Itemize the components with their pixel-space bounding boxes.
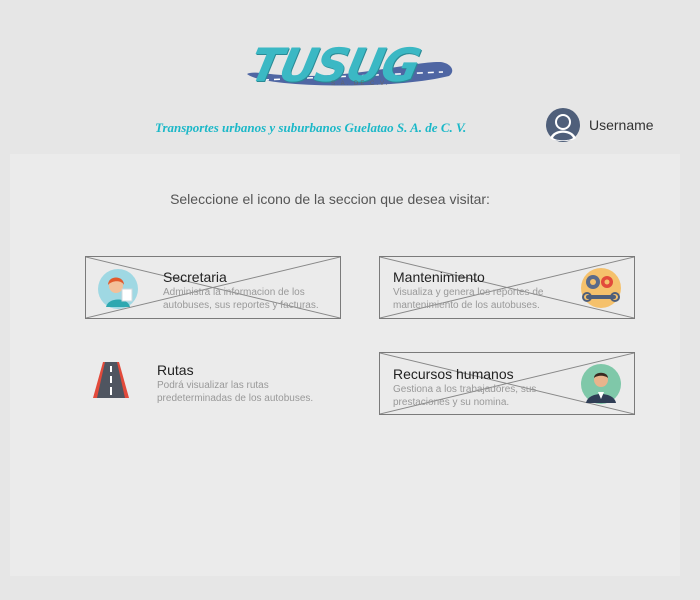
- company-logo: TUSUG S.A. DE C.V.: [243, 38, 455, 92]
- section-description: Podrá visualizar las rutas predeterminad…: [157, 380, 314, 404]
- section-prompt: Seleccione el icono de la seccion que de…: [170, 191, 490, 207]
- road-icon: [91, 360, 131, 405]
- section-card-secretaria[interactable]: Secretaria Administra la informacion de …: [85, 256, 341, 319]
- section-card-mantenimiento[interactable]: Mantenimiento Visualiza y genera los rep…: [379, 256, 635, 319]
- section-description: Administra la informacion de los autobus…: [163, 287, 319, 311]
- gears-icon: [580, 267, 622, 314]
- section-card-rutas[interactable]: Rutas Podrá visualizar las rutas predete…: [85, 352, 341, 415]
- avatar-icon[interactable]: [546, 108, 580, 142]
- section-title: Recursos humanos: [393, 366, 514, 382]
- section-description: Visualiza y genera los reportes de mante…: [393, 287, 544, 311]
- secretary-icon: [98, 269, 138, 314]
- logo-subtitle: S.A. DE C.V.: [331, 81, 390, 87]
- section-card-recursos-humanos[interactable]: Recursos humanos Gestiona a los trabajad…: [379, 352, 635, 415]
- section-title: Mantenimiento: [393, 269, 485, 285]
- company-name: Transportes urbanos y suburbanos Guelata…: [155, 120, 467, 135]
- section-description: Gestiona a los trabajadores, sus prestac…: [393, 384, 537, 408]
- section-title: Rutas: [157, 362, 194, 378]
- main-panel: Seleccione el icono de la seccion que de…: [10, 154, 680, 576]
- worker-icon: [580, 363, 622, 410]
- section-title: Secretaria: [163, 269, 227, 285]
- username-label[interactable]: Username: [589, 117, 654, 133]
